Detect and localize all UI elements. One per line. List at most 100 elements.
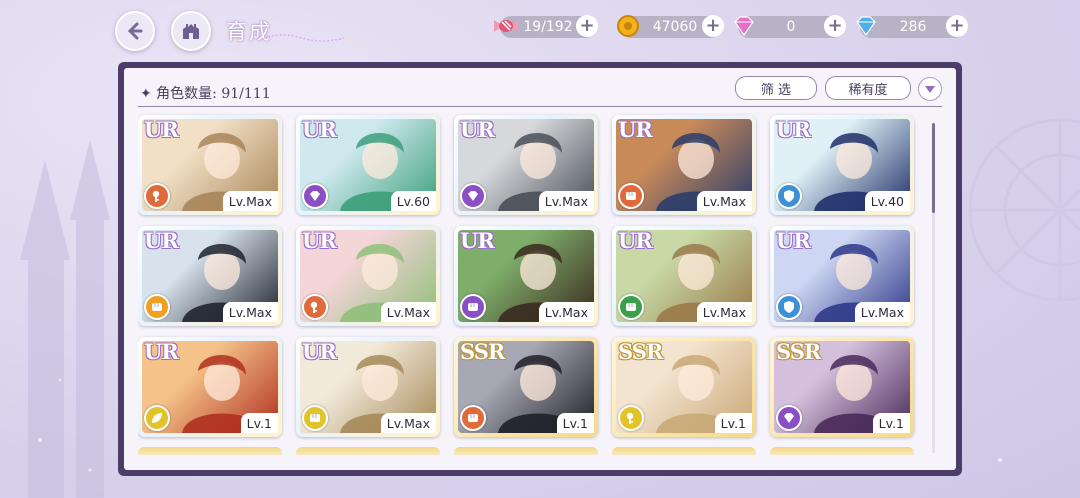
character-card-partial[interactable]: [770, 447, 914, 455]
attribute-badge: [460, 405, 486, 431]
attribute-badge: [618, 405, 644, 431]
attribute-badge: [618, 294, 644, 320]
level-label: Lv.Max: [854, 302, 910, 322]
character-card[interactable]: UR Lv.Max: [138, 226, 282, 326]
rarity-label: SSR: [776, 339, 821, 364]
attribute-badge: [302, 294, 328, 320]
character-card[interactable]: UR Lv.Max: [770, 226, 914, 326]
level-label: Lv.1: [240, 413, 278, 433]
character-card[interactable]: SSR Lv.1: [770, 337, 914, 437]
character-card[interactable]: UR Lv.Max: [612, 115, 756, 215]
attribute-badge: [302, 183, 328, 209]
blue-gem-value: 286: [899, 19, 927, 35]
character-card[interactable]: UR Lv.Max: [296, 337, 440, 437]
fist-icon: [626, 303, 636, 311]
coin-add-button[interactable]: +: [702, 15, 724, 37]
key-icon: [626, 412, 634, 424]
character-card[interactable]: UR Lv.40: [770, 115, 914, 215]
rarity-label: UR: [776, 228, 811, 253]
rarity-sort-button[interactable]: 稀有度: [825, 76, 911, 100]
level-label: Lv.1: [714, 413, 752, 433]
attribute-badge: [144, 294, 170, 320]
shield-icon: [784, 190, 794, 202]
character-card[interactable]: UR Lv.Max: [454, 226, 598, 326]
level-label: Lv.1: [872, 413, 910, 433]
character-card[interactable]: SSR Lv.1: [454, 337, 598, 437]
chevron-down-icon: [925, 86, 935, 93]
fist-icon: [468, 414, 478, 422]
blue-gem-counter: 286 +: [856, 15, 968, 38]
title-sparkle-decoration: [263, 34, 345, 42]
blue-diamond-icon: [856, 16, 876, 37]
sort-order-toggle[interactable]: [918, 77, 942, 101]
fist-icon: [152, 303, 162, 311]
gem-icon: [784, 413, 794, 423]
grid-scrollbar[interactable]: [932, 123, 935, 453]
level-label: Lv.1: [556, 413, 594, 433]
pink-gem-counter: 0 +: [734, 15, 846, 38]
level-label: Lv.Max: [696, 191, 752, 211]
candy-value: 19/192: [523, 19, 573, 35]
attribute-badge: [144, 405, 170, 431]
blue-gem-add-button[interactable]: +: [946, 15, 968, 37]
character-grid: UR Lv.Max UR Lv.60 UR Lv.Max UR Lv.Max UR Lv.40 UR…: [138, 113, 924, 455]
fist-icon: [468, 303, 478, 311]
character-card-partial[interactable]: [612, 447, 756, 455]
candy-add-button[interactable]: +: [576, 15, 598, 37]
character-card[interactable]: UR Lv.Max: [296, 226, 440, 326]
shield-icon: [784, 301, 794, 313]
fist-icon: [310, 414, 320, 422]
attribute-badge: [460, 183, 486, 209]
rarity-label: UR: [144, 117, 179, 142]
top-bar: 育成 19/192 + 47060 + 0 + 286 +: [0, 0, 1080, 60]
gem-icon: [468, 191, 478, 201]
level-label: Lv.40: [864, 191, 910, 211]
character-card[interactable]: UR Lv.1: [138, 337, 282, 437]
coin-icon: [617, 15, 639, 37]
level-label: Lv.60: [390, 191, 436, 211]
header-divider: [138, 106, 942, 107]
character-panel: ✦ 角色数量: 91/111 筛 选 稀有度 UR Lv.Max UR Lv.60 UR…: [118, 62, 962, 476]
character-card[interactable]: UR Lv.Max: [138, 115, 282, 215]
scrollbar-thumb[interactable]: [932, 123, 935, 213]
rarity-label: SSR: [618, 339, 663, 364]
level-label: Lv.Max: [696, 302, 752, 322]
attribute-badge: [776, 405, 802, 431]
character-card-partial[interactable]: [138, 447, 282, 455]
character-card[interactable]: UR Lv.Max: [612, 226, 756, 326]
coin-counter: 47060 +: [617, 15, 724, 38]
level-label: Lv.Max: [538, 302, 594, 322]
level-label: Lv.Max: [222, 302, 278, 322]
character-card-partial[interactable]: [454, 447, 598, 455]
attribute-badge: [618, 183, 644, 209]
rarity-label: UR: [144, 228, 179, 253]
home-button[interactable]: [171, 11, 211, 51]
character-panel-inner: ✦ 角色数量: 91/111 筛 选 稀有度 UR Lv.Max UR Lv.60 UR…: [124, 68, 956, 470]
attribute-badge: [144, 183, 170, 209]
pink-gem-value: 0: [786, 19, 796, 35]
gem-icon: [310, 191, 320, 201]
key-icon: [310, 301, 318, 313]
rarity-label: SSR: [460, 339, 505, 364]
leaf-icon: [152, 413, 162, 423]
level-label: Lv.Max: [222, 191, 278, 211]
character-card[interactable]: SSR Lv.1: [612, 337, 756, 437]
filter-button[interactable]: 筛 选: [735, 76, 817, 100]
rarity-label: UR: [302, 339, 337, 364]
level-label: Lv.Max: [380, 413, 436, 433]
rarity-label: UR: [460, 117, 495, 142]
key-icon: [152, 190, 160, 202]
fist-icon: [626, 192, 636, 200]
attribute-badge: [460, 294, 486, 320]
rarity-label: UR: [618, 228, 653, 253]
candy-icon: [494, 20, 518, 32]
rarity-label: UR: [144, 339, 179, 364]
character-card[interactable]: UR Lv.Max: [454, 115, 598, 215]
rarity-label: UR: [302, 228, 337, 253]
character-card-partial[interactable]: [296, 447, 440, 455]
castle-home-icon: [183, 24, 199, 39]
pink-gem-add-button[interactable]: +: [824, 15, 846, 37]
character-card[interactable]: UR Lv.60: [296, 115, 440, 215]
level-label: Lv.Max: [538, 191, 594, 211]
back-button[interactable]: [115, 11, 155, 51]
